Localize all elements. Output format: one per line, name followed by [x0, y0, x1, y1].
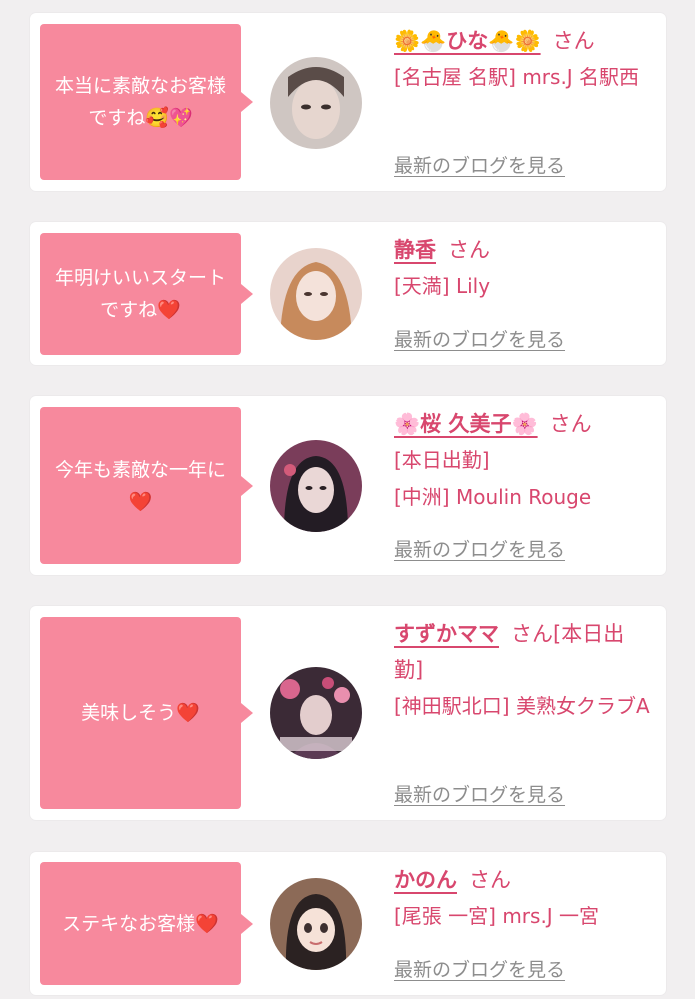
avatar-image	[270, 248, 362, 340]
honorific: さん	[549, 412, 592, 436]
name-line: かのん さん	[394, 862, 652, 898]
shop-name: [天満] Lily	[394, 274, 491, 298]
cast-info: すずかママ さん[本日出勤] [神田駅北口] 美熟女クラブA	[394, 616, 652, 725]
shop-name: [名古屋 名駅] mrs.J 名駅西	[394, 65, 640, 89]
avatar[interactable]	[270, 57, 362, 149]
comment-bubble: ステキなお客様❤️	[40, 862, 253, 985]
comment-bubble: 今年も素敵な一年に❤️	[40, 407, 253, 564]
comment-card: 年明けいいスタートですね❤️ 静香 さん [天満] Lily 最新のブログを見る	[30, 222, 666, 365]
comment-card: 今年も素敵な一年に❤️ 🌸桜 久美子🌸 さん [本日出勤] [中洲] Moulin…	[30, 396, 666, 575]
name-line: 静香 さん	[394, 232, 652, 268]
comment-card: ステキなお客様❤️ かのん さん [尾張 一宮] mrs.J 一宮 最新のブログを…	[30, 852, 666, 995]
cast-name-link[interactable]: かのん	[394, 868, 457, 892]
avatar[interactable]	[270, 667, 362, 759]
honorific: さん	[552, 29, 595, 53]
latest-blog-link[interactable]: 最新のブログを見る	[394, 325, 565, 352]
comment-bubble: 年明けいいスタートですね❤️	[40, 233, 253, 355]
name-line: すずかママ さん[本日出勤]	[394, 616, 652, 688]
cast-info: 🌸桜 久美子🌸 さん [本日出勤] [中洲] Moulin Rouge	[394, 406, 652, 516]
cast-info: 静香 さん [天満] Lily	[394, 232, 652, 305]
comment-card: 本当に素敵なお客様ですね🥰💖 🌼🐣ひな🐣🌼 さん [名古屋 名駅] mrs.J 名…	[30, 13, 666, 191]
cast-name-link[interactable]: 静香	[394, 238, 436, 262]
shop-name: [神田駅北口] 美熟女クラブA	[394, 694, 650, 718]
avatar-image	[270, 667, 362, 759]
avatar-image	[270, 878, 362, 970]
latest-blog-link[interactable]: 最新のブログを見る	[394, 955, 565, 982]
comment-card: 美味しそう❤️ すずかママ さん[本日出勤] [神田駅北口] 美熟女クラブA 最新…	[30, 606, 666, 820]
cast-name-link[interactable]: すずかママ	[394, 622, 499, 646]
cast-info: かのん さん [尾張 一宮] mrs.J 一宮	[394, 862, 652, 935]
latest-blog-link[interactable]: 最新のブログを見る	[394, 535, 565, 562]
name-line: 🌼🐣ひな🐣🌼 さん	[394, 23, 652, 59]
cast-name-link[interactable]: 🌸桜 久美子🌸	[394, 412, 538, 436]
shop-name: [本日出勤] [中洲] Moulin Rouge	[394, 448, 592, 509]
honorific: さん	[448, 238, 490, 262]
comment-bubble: 美味しそう❤️	[40, 617, 253, 809]
avatar-image	[270, 440, 362, 532]
avatar[interactable]	[270, 248, 362, 340]
avatar[interactable]	[270, 440, 362, 532]
honorific: さん	[469, 868, 511, 892]
cast-info: 🌼🐣ひな🐣🌼 さん [名古屋 名駅] mrs.J 名駅西	[394, 23, 652, 96]
cast-name-link[interactable]: 🌼🐣ひな🐣🌼	[394, 29, 541, 53]
comment-bubble: 本当に素敵なお客様ですね🥰💖	[40, 24, 253, 180]
shop-name: [尾張 一宮] mrs.J 一宮	[394, 904, 600, 928]
avatar[interactable]	[270, 878, 362, 970]
latest-blog-link[interactable]: 最新のブログを見る	[394, 151, 565, 178]
latest-blog-link[interactable]: 最新のブログを見る	[394, 780, 565, 807]
avatar-image	[270, 57, 362, 149]
name-line: 🌸桜 久美子🌸 さん	[394, 406, 652, 442]
